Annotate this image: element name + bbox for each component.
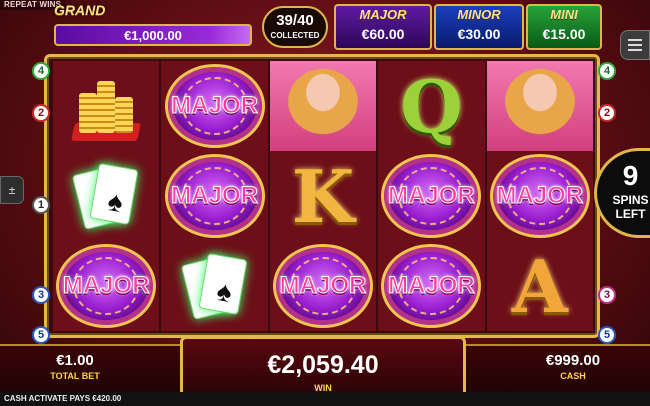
grand-label: GRAND	[54, 2, 106, 18]
major-chip-symbol: MAJOR	[273, 244, 374, 328]
reel-1: ♠ MAJOR	[53, 61, 160, 331]
major-chip-symbol: MAJOR	[164, 64, 265, 148]
chip-label: MAJOR	[171, 182, 259, 210]
letter-symbol-a: A	[511, 243, 568, 329]
minor-jackpot: MINOR €30.00	[434, 4, 524, 50]
playing-cards-symbol: ♠	[70, 160, 142, 232]
cash-label: CASH	[560, 371, 586, 381]
reel-cell: MAJOR	[161, 151, 267, 241]
reel-2: MAJOR MAJOR ♠	[161, 61, 268, 331]
total-bet-value: €1.00	[56, 352, 94, 369]
reel-4: Q MAJOR MAJOR	[378, 61, 485, 331]
reel-cell: MAJOR	[487, 151, 593, 241]
reel-cell	[53, 61, 159, 151]
chip-label: MAJOR	[171, 92, 259, 120]
collected-count: 39/40	[276, 12, 314, 29]
grand-value: €1,000.00	[54, 24, 252, 46]
reel-cell: K	[270, 151, 376, 241]
letter-symbol-k: K	[291, 153, 355, 239]
reel-grid: ♠ MAJOR MAJOR MAJOR ♠ K MAJOR Q MAJOR MAJOR MAJOR A	[53, 61, 594, 331]
reel-cell: MAJOR	[378, 151, 484, 241]
reel-cell	[486, 61, 594, 151]
chip-label: MAJOR	[388, 182, 476, 210]
major-value: €60.00	[361, 26, 405, 42]
payline-marker-right: 4	[598, 62, 616, 80]
hamburger-icon	[628, 44, 642, 46]
cash-balance: €999.00 CASH	[528, 352, 618, 382]
reel-cell	[269, 61, 377, 151]
sound-toggle-icon: ±	[8, 183, 16, 197]
reel-3: K MAJOR	[269, 61, 377, 331]
collected-label: COLLECTED	[270, 31, 320, 40]
message-ticker: CASH ACTIVATE PAYS €420.00	[0, 392, 650, 406]
total-bet[interactable]: €1.00 TOTAL BET	[30, 352, 120, 382]
major-chip-symbol: MAJOR	[381, 154, 482, 238]
cash-value: €999.00	[545, 352, 601, 369]
left-side-tab[interactable]: ±	[0, 176, 24, 204]
chip-label: MAJOR	[279, 272, 367, 300]
letter-symbol-q: Q	[400, 63, 463, 149]
reel-cell: MAJOR	[53, 241, 159, 331]
reel-cell: A	[487, 241, 593, 331]
playing-cards-symbol: ♠	[179, 250, 251, 322]
chip-label: MAJOR	[62, 272, 150, 300]
payline-marker-left: 5	[32, 326, 50, 344]
payline-marker-left: 2	[32, 104, 50, 122]
reel-5: MAJOR A	[486, 61, 594, 331]
major-label: MAJOR	[359, 7, 407, 22]
major-jackpot: MAJOR €60.00	[334, 4, 432, 50]
gold-coins-symbol	[71, 71, 142, 141]
major-chip-symbol: MAJOR	[381, 244, 482, 328]
mini-value: €15.00	[542, 26, 586, 42]
spins-left-count: 9	[622, 160, 639, 191]
minor-label: MINOR	[457, 7, 501, 22]
collected-counter: 39/40 COLLECTED	[262, 6, 328, 48]
woman-symbol	[269, 61, 377, 151]
reel-cell: MAJOR	[161, 61, 267, 151]
spins-left-label: SPINS	[612, 193, 649, 207]
payline-marker-left: 4	[32, 62, 50, 80]
woman-symbol	[486, 61, 594, 151]
reel-frame: ♠ MAJOR MAJOR MAJOR ♠ K MAJOR Q MAJOR MAJOR MAJOR A	[44, 54, 600, 338]
reel-cell: ♠	[53, 151, 159, 241]
chip-label: MAJOR	[496, 182, 584, 210]
reel-cell: ♠	[161, 241, 267, 331]
major-chip-symbol: MAJOR	[489, 154, 590, 238]
payline-marker-right: 2	[598, 104, 616, 122]
total-bet-label: TOTAL BET	[50, 371, 100, 381]
win-display: €2,059.40 WIN	[180, 336, 466, 398]
minor-value: €30.00	[457, 26, 501, 42]
major-chip-symbol: MAJOR	[164, 154, 265, 238]
major-chip-symbol: MAJOR	[56, 244, 157, 328]
chip-label: MAJOR	[388, 272, 476, 300]
reel-cell: Q	[378, 61, 484, 151]
reel-cell: MAJOR	[378, 241, 484, 331]
reel-cell: MAJOR	[270, 241, 376, 331]
payline-marker-right: 5	[598, 326, 616, 344]
payline-marker-left: 1	[32, 196, 50, 214]
grand-jackpot: GRAND €1,000.00	[52, 2, 256, 46]
spins-left-label-2: LEFT	[615, 207, 646, 221]
win-value: €2,059.40	[267, 351, 379, 379]
mini-label: MINI	[550, 7, 578, 22]
jackpot-bar: REPEAT WINS GRAND €1,000.00 39/40 COLLEC…	[0, 0, 650, 52]
mini-jackpot: MINI €15.00	[526, 4, 602, 50]
menu-button[interactable]	[620, 30, 650, 60]
payline-marker-right: 3	[598, 286, 616, 304]
payline-marker-left: 3	[32, 286, 50, 304]
